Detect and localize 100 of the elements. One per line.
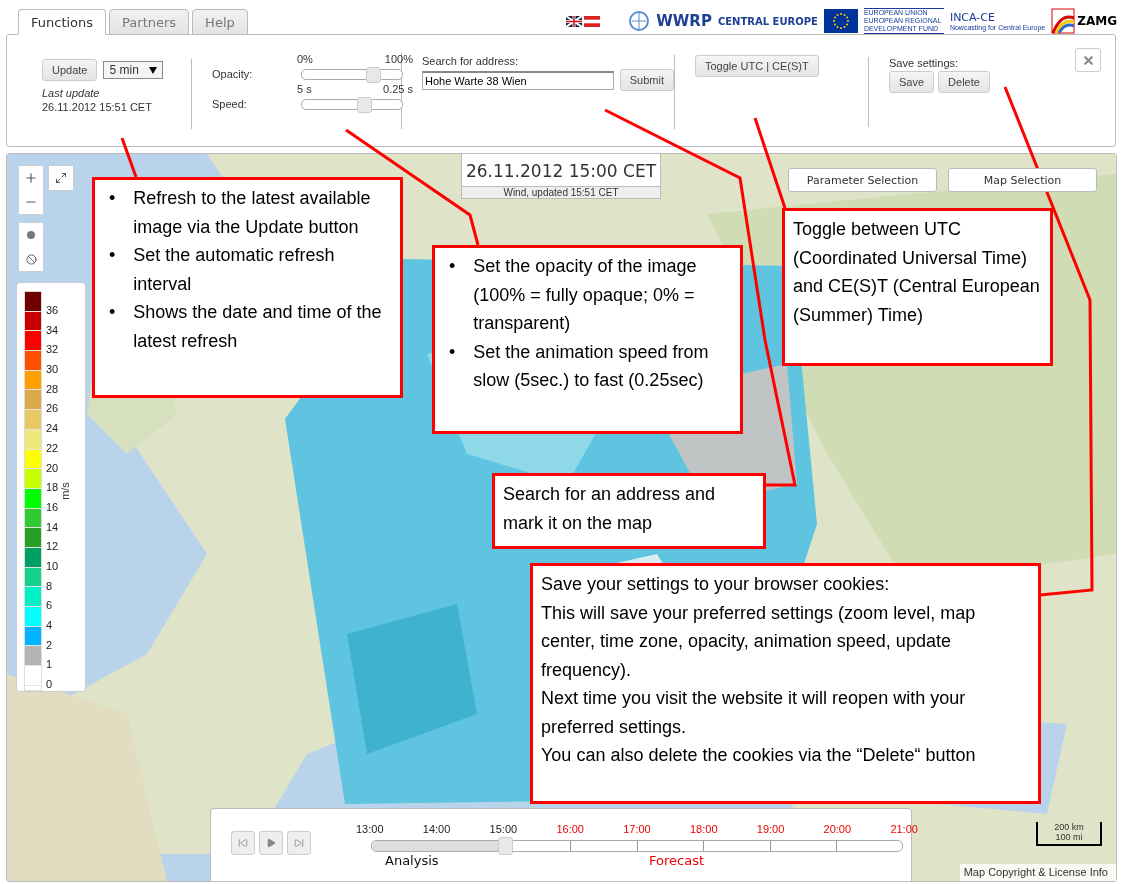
map-scale-bar: 200 km 100 mi — [1036, 822, 1102, 846]
legend-value: 12 — [46, 539, 59, 555]
bullet-marker: • — [109, 244, 116, 267]
play-icon — [266, 838, 276, 848]
bullet-marker: • — [449, 255, 456, 278]
submit-button[interactable]: Submit — [619, 69, 674, 91]
legend-value: 28 — [46, 381, 59, 397]
slider-max-label: 100% — [384, 53, 413, 65]
time-tick-label: 19:00 — [756, 823, 785, 835]
save-button[interactable]: Save — [889, 71, 935, 93]
logo-wordmark: INCA-CE — [949, 11, 996, 24]
legend-value: 30 — [46, 362, 59, 378]
callout-text: This will save your preferred settings (zoom level, map center, time zone, opacity, animation speed, update frequency). — [541, 601, 977, 682]
analysis-label: Analysis — [385, 853, 439, 868]
last-update-label: Last update — [42, 87, 101, 99]
time-tick-label: 14:00 — [422, 823, 451, 835]
logo-wordmark: CENTRAL EUROPE — [717, 15, 818, 27]
update-button[interactable]: Update — [42, 59, 98, 81]
callout-bullet-text: Set the automatic refresh interval — [133, 244, 336, 296]
time-tick-label: 18:00 — [690, 823, 718, 835]
map-timestamp: 26.11.2012 15:00 CET — [461, 154, 661, 187]
legend-value: 24 — [46, 421, 59, 437]
forecast-label: Forecast — [649, 853, 704, 868]
slider-thumb[interactable] — [357, 96, 372, 113]
austria-flag-icon[interactable] — [584, 15, 601, 27]
slider-min-label: 5 s — [297, 83, 312, 95]
logo-wordmark: WWRP — [656, 12, 712, 30]
slider-max-label: 0.25 s — [383, 83, 413, 95]
time-tick-label: 13:00 — [356, 823, 384, 835]
save-settings-label: Save settings: — [889, 57, 960, 69]
fullscreen-button[interactable] — [49, 166, 73, 190]
close-icon — [1081, 53, 1095, 67]
close-button[interactable] — [1075, 48, 1101, 72]
tab[interactable]: Help — [192, 9, 248, 35]
slider-label: Opacity: — [212, 68, 254, 80]
legend-value: 8 — [46, 578, 54, 594]
callout-text: Search for an address and mark it on the map — [503, 483, 717, 535]
tab[interactable]: Partners — [109, 9, 190, 35]
legend-value: 0 — [46, 677, 54, 693]
legend-value: 16 — [46, 499, 59, 515]
interval-dropdown[interactable]: 5 min — [103, 61, 163, 79]
callout-text: You can also delete the cookies via the “Delete“ button — [541, 744, 977, 767]
legend-value: 14 — [46, 519, 59, 535]
legend-value: 1 — [46, 657, 54, 673]
plus-icon — [24, 171, 38, 185]
search-label: Search for address: — [422, 55, 519, 67]
dot-icon — [27, 231, 35, 239]
legend-value: 26 — [46, 401, 59, 417]
slider-label: Speed: — [212, 98, 248, 110]
bullet-marker: • — [109, 301, 116, 324]
callout-text: Save your settings to your browser cookies: — [541, 573, 891, 596]
skip-back-icon — [238, 838, 248, 848]
callout-bullet-text: Refresh to the latest available image via the Update button — [133, 187, 372, 239]
map-menu-button[interactable]: Map Selection — [948, 168, 1097, 192]
legend-value: 2 — [46, 637, 54, 653]
first-frame-button[interactable] — [231, 831, 255, 855]
legend-value: 34 — [46, 322, 59, 338]
prohibited-icon — [25, 253, 37, 265]
slider-thumb[interactable] — [366, 66, 381, 83]
map-subtitle: Wind, updated 15:51 CET — [461, 187, 661, 199]
legend-value: 4 — [46, 618, 54, 633]
slider-track[interactable] — [301, 98, 403, 110]
legend-value: 36 — [46, 303, 59, 318]
toggle-timezone-button[interactable]: Toggle UTC | CE(S)T — [695, 55, 819, 77]
time-tick-label: 20:00 — [823, 823, 852, 835]
callout-bullet-text: Set the opacity of the image (100% = fully opaque; 0% = transparent) — [473, 255, 698, 335]
legend-value: 22 — [46, 440, 59, 456]
legend-value: 10 — [46, 558, 59, 574]
globe-emblem-icon — [628, 10, 651, 32]
fullscreen-icon — [55, 172, 67, 184]
legend-value: 20 — [46, 460, 59, 476]
caret-icon — [148, 66, 157, 74]
callout-bullet-text: Shows the date and time of the latest refresh — [133, 301, 383, 353]
uk-flag-icon[interactable] — [566, 15, 583, 27]
rainbow-logo-icon — [1051, 8, 1076, 34]
legend-value: 6 — [46, 598, 54, 614]
slider-track[interactable] — [301, 68, 403, 80]
last-update-time: 26.11.2012 15:51 CET — [42, 101, 153, 113]
slider-min-label: 0% — [297, 53, 313, 65]
bullet-marker: • — [449, 340, 456, 364]
legend-value: 32 — [46, 342, 59, 358]
address-field[interactable]: Hohe Warte 38 Wien — [422, 70, 614, 90]
map-menu-button[interactable]: Parameter Selection — [788, 168, 937, 192]
copyright-link[interactable]: Map Copyright & License Info — [959, 864, 1116, 881]
tab[interactable]: Functions — [18, 9, 107, 35]
bullet-marker: • — [109, 187, 116, 210]
play-button[interactable] — [259, 831, 283, 855]
delete-button[interactable]: Delete — [938, 71, 990, 93]
callout-text: Next time you visit the website it will reopen with your preferred settings. — [541, 687, 967, 739]
logo-wordmark: ZAMG — [1077, 14, 1117, 28]
callout-bullet-text: Set the animation speed from slow (5sec.) to fast (0.25sec) — [473, 340, 710, 392]
time-tick-label: 16:00 — [556, 823, 584, 835]
timeline-track[interactable] — [371, 840, 903, 852]
legend-value: 18 — [46, 480, 59, 496]
skip-forward-icon — [294, 838, 304, 848]
time-tick-label: 15:00 — [489, 823, 518, 835]
last-frame-button[interactable] — [287, 831, 311, 855]
time-tick-label: 17:00 — [623, 823, 651, 835]
time-tick-label: 21:00 — [890, 823, 918, 835]
timeline-thumb[interactable] — [497, 837, 513, 855]
